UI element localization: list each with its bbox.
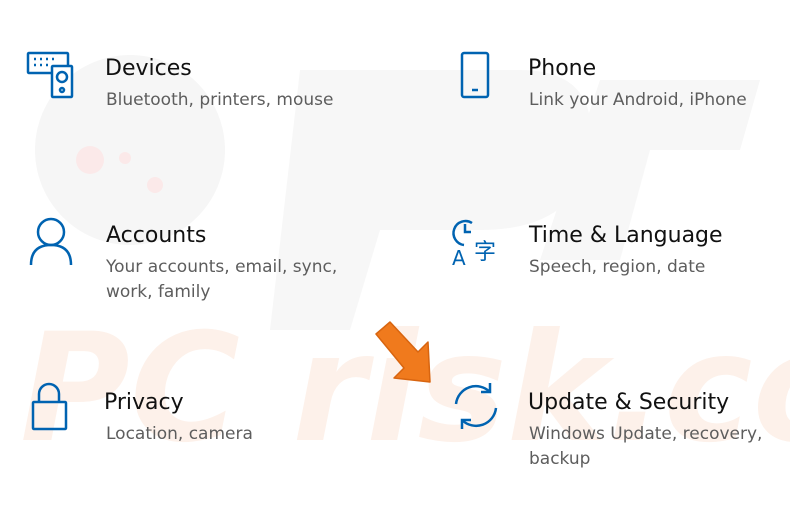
time-language-tile[interactable]: A 字 Time & Language Speech, region, date — [450, 215, 780, 295]
phone-icon — [458, 50, 498, 104]
phone-title: Phone — [528, 56, 597, 81]
privacy-tile[interactable]: Privacy Location, camera — [26, 380, 356, 460]
devices-title: Devices — [105, 56, 192, 81]
accounts-tile[interactable]: Accounts Your accounts, email, sync, wor… — [28, 215, 358, 310]
update-security-tile[interactable]: Update & Security Windows Update, recove… — [450, 380, 785, 475]
time-language-icon: A 字 — [450, 215, 502, 271]
devices-tile[interactable]: Devices Bluetooth, printers, mouse — [26, 50, 356, 130]
devices-description: Bluetooth, printers, mouse — [106, 90, 334, 110]
svg-text:字: 字 — [474, 240, 496, 265]
svg-text:A: A — [452, 246, 466, 267]
time-language-title: Time & Language — [529, 223, 723, 248]
accounts-description: Your accounts, email, sync, work, family — [106, 257, 338, 302]
time-language-description: Speech, region, date — [529, 257, 706, 277]
phone-tile[interactable]: Phone Link your Android, iPhone — [458, 50, 788, 130]
orange-arrow-icon — [375, 321, 431, 383]
sync-icon — [450, 380, 502, 436]
keyboard-speaker-icon — [26, 50, 76, 104]
update-security-title: Update & Security — [528, 390, 730, 415]
phone-description: Link your Android, iPhone — [529, 90, 747, 110]
accounts-title: Accounts — [106, 223, 207, 248]
person-icon — [28, 215, 78, 271]
lock-icon — [26, 380, 72, 436]
privacy-title: Privacy — [104, 390, 184, 415]
update-security-description: Windows Update, recovery, backup — [529, 424, 763, 469]
privacy-description: Location, camera — [106, 424, 253, 444]
